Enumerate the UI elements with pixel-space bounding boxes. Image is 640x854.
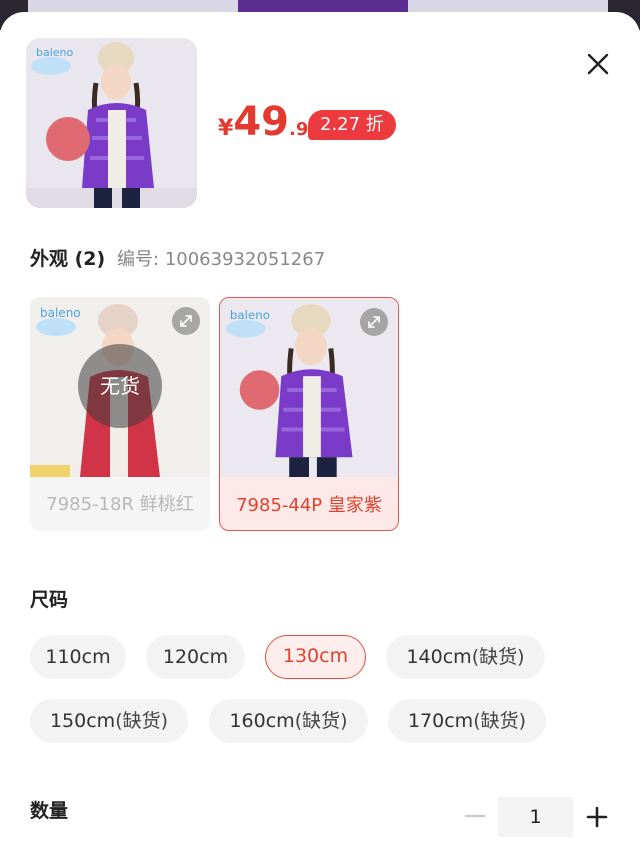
size-option-120[interactable]: 120cm <box>146 635 245 679</box>
quantity-title: 数量 <box>30 800 69 822</box>
out-of-stock-label: (缺货) <box>294 710 348 732</box>
price: ¥ 49 .9 <box>218 100 308 144</box>
price-integer: 49 <box>233 99 289 145</box>
color-option-red[interactable]: baleno 无货 7985-18R 鲜桃红 <box>30 297 210 531</box>
size-option-110[interactable]: 110cm <box>30 635 126 679</box>
price-currency: ¥ <box>218 116 234 141</box>
size-option-140[interactable]: 140cm(缺货) <box>386 635 545 679</box>
girl-purple-jacket-photo: baleno <box>26 38 197 208</box>
svg-text:baleno: baleno <box>230 308 270 322</box>
color-option-label: 7985-44P 皇家紫 <box>236 495 382 516</box>
minus-icon[interactable] <box>460 796 490 836</box>
close-icon[interactable] <box>583 49 613 79</box>
svg-text:baleno: baleno <box>40 306 81 320</box>
sku-selector-sheet: baleno ¥ 49 .9 2.27 折 外观 (2) 编号: 1006393… <box>0 12 640 854</box>
out-of-stock-label: (缺货) <box>115 710 169 732</box>
size-label: 130cm <box>282 645 349 667</box>
size-label: 120cm <box>162 646 229 668</box>
color-option-label: 7985-18R 鲜桃红 <box>46 494 194 515</box>
product-code: 编号: 10063932051267 <box>117 245 325 271</box>
discount-badge: 2.27 折 <box>308 110 396 140</box>
code-label: 编号: <box>117 249 160 270</box>
color-option-purple[interactable]: baleno 7985-44P 皇家紫 <box>219 297 399 531</box>
size-label: 110cm <box>45 646 111 668</box>
quantity-input[interactable]: 1 <box>498 797 573 837</box>
expand-icon[interactable] <box>172 307 200 335</box>
expand-icon[interactable] <box>360 308 388 336</box>
soldout-badge: 无货 <box>78 344 162 428</box>
size-option-130[interactable]: 130cm <box>265 635 366 679</box>
appearance-title: 外观 (2) <box>30 248 106 270</box>
size-title: 尺码 <box>30 589 69 611</box>
out-of-stock-label: (缺货) <box>473 710 527 732</box>
code-value: 10063932051267 <box>164 249 326 270</box>
size-label: 170cm <box>407 710 474 732</box>
size-option-160[interactable]: 160cm(缺货) <box>209 699 368 743</box>
out-of-stock-label: (缺货) <box>471 646 525 668</box>
size-option-170[interactable]: 170cm(缺货) <box>388 699 546 743</box>
size-label: 140cm <box>406 646 472 668</box>
size-label: 160cm <box>229 710 295 732</box>
price-decimal: .9 <box>288 119 309 140</box>
size-label: 150cm <box>49 710 116 732</box>
product-thumbnail: baleno <box>26 38 197 208</box>
plus-icon[interactable] <box>582 799 612 835</box>
svg-text:baleno: baleno <box>36 46 74 59</box>
size-option-150[interactable]: 150cm(缺货) <box>30 699 188 743</box>
